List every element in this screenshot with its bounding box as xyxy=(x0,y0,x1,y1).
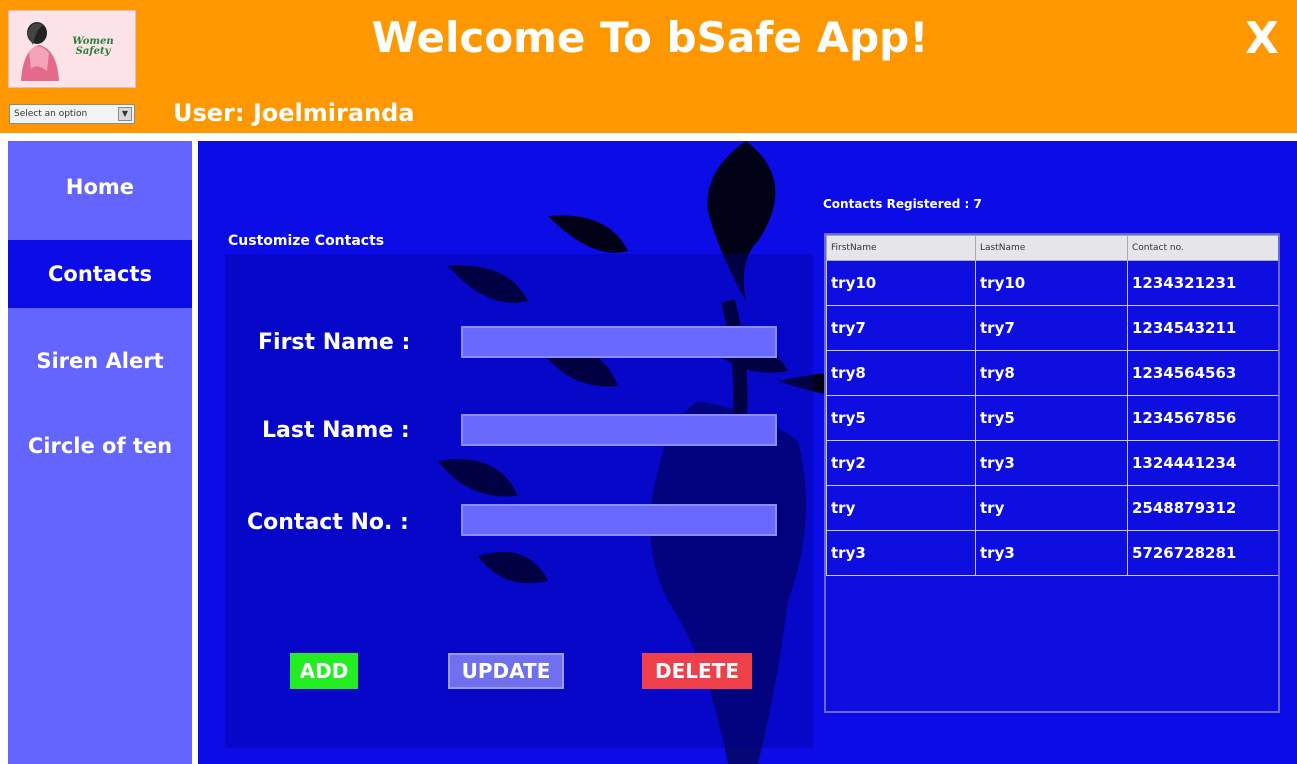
table-header-row: FirstName LastName Contact no. xyxy=(826,235,1278,261)
cell-contact-no[interactable]: 1234321231 xyxy=(1127,260,1278,306)
contacts-count: Contacts Registered : 7 xyxy=(823,197,982,211)
sidebar-item-circle-of-ten[interactable]: Circle of ten xyxy=(8,411,192,481)
user-name: Joelmiranda xyxy=(252,99,415,127)
cell-last-name[interactable]: try5 xyxy=(975,395,1128,441)
cell-last-name[interactable]: try7 xyxy=(975,305,1128,351)
user-prefix: User: xyxy=(173,99,245,127)
table-row[interactable]: try try 2548879312 xyxy=(826,485,1278,531)
cell-contact-no[interactable]: 5726728281 xyxy=(1127,530,1278,576)
cell-first-name[interactable]: try8 xyxy=(826,350,976,396)
option-select[interactable]: Select an option ▼ xyxy=(9,104,135,124)
cell-contact-no[interactable]: 1324441234 xyxy=(1127,440,1278,486)
update-button[interactable]: UPDATE xyxy=(448,653,564,689)
add-button[interactable]: ADD xyxy=(290,653,358,689)
cell-contact-no[interactable]: 1234564563 xyxy=(1127,350,1278,396)
table-row[interactable]: try7 try7 1234543211 xyxy=(826,305,1278,351)
cell-contact-no[interactable]: 1234543211 xyxy=(1127,305,1278,351)
cell-first-name[interactable]: try5 xyxy=(826,395,976,441)
cell-contact-no[interactable]: 1234567856 xyxy=(1127,395,1278,441)
last-name-field[interactable] xyxy=(461,414,777,446)
contacts-count-value: 7 xyxy=(973,197,982,211)
app-header: Women Safety Welcome To bSafe App! X Sel… xyxy=(0,0,1297,133)
cell-last-name[interactable]: try xyxy=(975,485,1128,531)
contacts-table[interactable]: FirstName LastName Contact no. try10 try… xyxy=(824,233,1280,713)
cell-contact-no[interactable]: 2548879312 xyxy=(1127,485,1278,531)
contacts-panel: Customize Contacts First Name : Last Nam… xyxy=(198,141,1297,764)
table-row[interactable]: try2 try3 1324441234 xyxy=(826,440,1278,486)
contacts-count-label: Contacts Registered : xyxy=(823,197,970,211)
sidebar: Home Contacts Siren Alert Circle of ten xyxy=(8,141,192,764)
cell-last-name[interactable]: try8 xyxy=(975,350,1128,396)
table-row[interactable]: try5 try5 1234567856 xyxy=(826,395,1278,441)
sidebar-item-home[interactable]: Home xyxy=(8,141,192,233)
table-row[interactable]: try3 try3 5726728281 xyxy=(826,530,1278,576)
cell-first-name[interactable]: try7 xyxy=(826,305,976,351)
cell-last-name[interactable]: try10 xyxy=(975,260,1128,306)
app-logo: Women Safety xyxy=(8,10,136,88)
column-header-last-name[interactable]: LastName xyxy=(975,235,1128,261)
table-row[interactable]: try8 try8 1234564563 xyxy=(826,350,1278,396)
header-divider xyxy=(0,133,1297,141)
chevron-down-icon[interactable]: ▼ xyxy=(118,107,132,121)
table-row[interactable]: try10 try10 1234321231 xyxy=(826,260,1278,306)
logo-text: Women Safety xyxy=(72,36,114,57)
last-name-label: Last Name : xyxy=(262,418,410,443)
cell-last-name[interactable]: try3 xyxy=(975,440,1128,486)
form-section-title: Customize Contacts xyxy=(228,233,385,249)
contact-no-label: Contact No. : xyxy=(247,510,409,535)
column-header-first-name[interactable]: FirstName xyxy=(826,235,976,261)
cell-first-name[interactable]: try2 xyxy=(826,440,976,486)
column-header-contact-no[interactable]: Contact no. xyxy=(1127,235,1278,261)
user-label: User: Joelmiranda xyxy=(173,96,415,130)
page-title: Welcome To bSafe App! xyxy=(371,13,929,62)
delete-button[interactable]: DELETE xyxy=(642,653,752,689)
contact-no-field[interactable] xyxy=(461,504,777,536)
cell-first-name[interactable]: try3 xyxy=(826,530,976,576)
cell-first-name[interactable]: try xyxy=(826,485,976,531)
cell-first-name[interactable]: try10 xyxy=(826,260,976,306)
first-name-label: First Name : xyxy=(258,330,411,355)
sidebar-item-siren-alert[interactable]: Siren Alert xyxy=(8,321,192,401)
first-name-field[interactable] xyxy=(461,326,777,358)
close-button[interactable]: X xyxy=(1238,12,1286,66)
cell-last-name[interactable]: try3 xyxy=(975,530,1128,576)
option-select-value: Select an option xyxy=(14,109,88,119)
sidebar-item-contacts[interactable]: Contacts xyxy=(8,240,192,308)
